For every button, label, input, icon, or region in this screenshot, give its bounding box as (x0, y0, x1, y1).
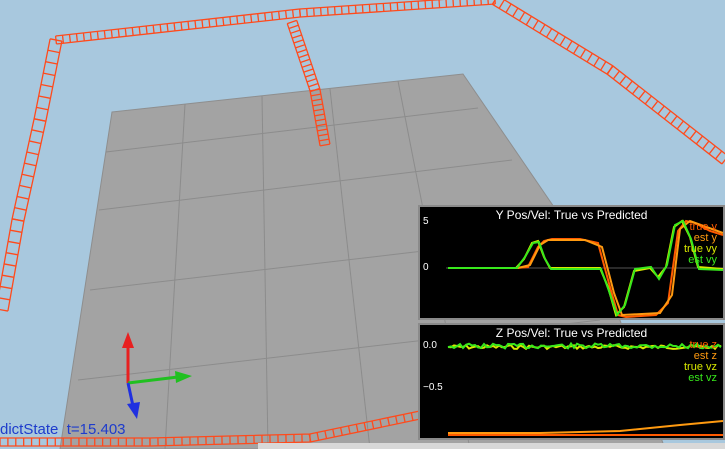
path-rung (159, 24, 162, 33)
path-rung (250, 14, 253, 23)
path-rung (431, 0, 434, 9)
path-rung (333, 6, 336, 15)
path-rung (166, 23, 169, 32)
path-rung (243, 15, 246, 24)
path-rung (152, 25, 155, 34)
trace-est-z (448, 420, 723, 434)
path-rung (473, 0, 476, 6)
path-rung (257, 13, 260, 22)
path-rung (96, 31, 99, 40)
path-rung (382, 3, 385, 12)
path-rung (124, 28, 127, 37)
path-rung (264, 12, 267, 21)
status-line: dictState t=15.403 (0, 421, 126, 438)
plot-z-tick-neg05: −0.5 (423, 382, 443, 393)
path-rung (306, 8, 308, 17)
path-rung (424, 0, 427, 9)
status-label: dictState (0, 421, 59, 438)
path-rung (138, 26, 141, 35)
path-rung (389, 2, 392, 11)
path-rung (194, 20, 197, 29)
path-rung (61, 35, 65, 44)
path-rung (445, 0, 448, 8)
path-rung (110, 29, 113, 38)
plot-y-legend: true y est y true vy est vy (684, 222, 717, 266)
path-rung (277, 11, 281, 20)
legend-est-vy: est vy (688, 254, 717, 266)
path-rung (236, 15, 239, 24)
path-rung (313, 8, 315, 17)
plot-y-tick-5: 5 (423, 216, 429, 227)
path-rung (68, 34, 72, 43)
path-rung (403, 2, 406, 11)
path-rung (375, 3, 378, 12)
path-rung (354, 5, 357, 14)
path-rung (103, 30, 106, 39)
path-rung (75, 33, 79, 42)
legend-est-vz: est vz (688, 372, 717, 384)
path-rung (299, 8, 301, 18)
path-rung (417, 1, 420, 10)
plot-z-tick-0: 0.0 (423, 340, 437, 351)
path-rung (319, 7, 322, 16)
path-rung (487, 0, 489, 5)
plot-z-canvas (447, 341, 723, 436)
path-rung (452, 0, 455, 7)
path-rung (480, 0, 482, 5)
path-rung (180, 22, 183, 31)
path-rung (222, 17, 225, 26)
path-rung (326, 7, 329, 16)
path-rung (284, 10, 288, 19)
path-rung (459, 0, 462, 7)
path-rung (438, 0, 441, 8)
path-rung (361, 4, 364, 13)
path-rung (117, 29, 120, 38)
plot-z-legend: true z est z true vz est vz (684, 340, 717, 384)
path-rung (291, 9, 295, 18)
path-rung (131, 27, 134, 36)
path-rung (229, 16, 232, 25)
sim-time: t=15.403 (66, 421, 126, 438)
path-rung (215, 18, 218, 27)
bottom-strip (258, 443, 725, 449)
plot-y-canvas (446, 219, 723, 318)
path-rung (201, 19, 204, 28)
path-rung (340, 6, 343, 15)
path-rung (208, 18, 211, 28)
path-rung (396, 2, 399, 11)
plot-z-title: Z Pos/Vel: True vs Predicted (495, 326, 648, 340)
path-rung (173, 22, 176, 31)
path-rung (145, 25, 148, 35)
path-rung (410, 1, 413, 10)
plot-z-pos-vel[interactable]: Z Pos/Vel: True vs Predicted 0.0 −0.5 tr… (418, 323, 725, 440)
path-rung (271, 12, 274, 21)
path-rung (187, 21, 190, 30)
path-rung (347, 5, 350, 14)
plot-y-pos-vel[interactable]: Y Pos/Vel: True vs Predicted 5 0 true y … (418, 205, 725, 320)
path-rung (82, 32, 85, 41)
path-rung (89, 32, 92, 41)
plot-y-tick-0: 0 (423, 262, 429, 273)
path-rung (368, 4, 371, 13)
path-rung (466, 0, 469, 6)
plot-y-title: Y Pos/Vel: True vs Predicted (495, 208, 648, 222)
